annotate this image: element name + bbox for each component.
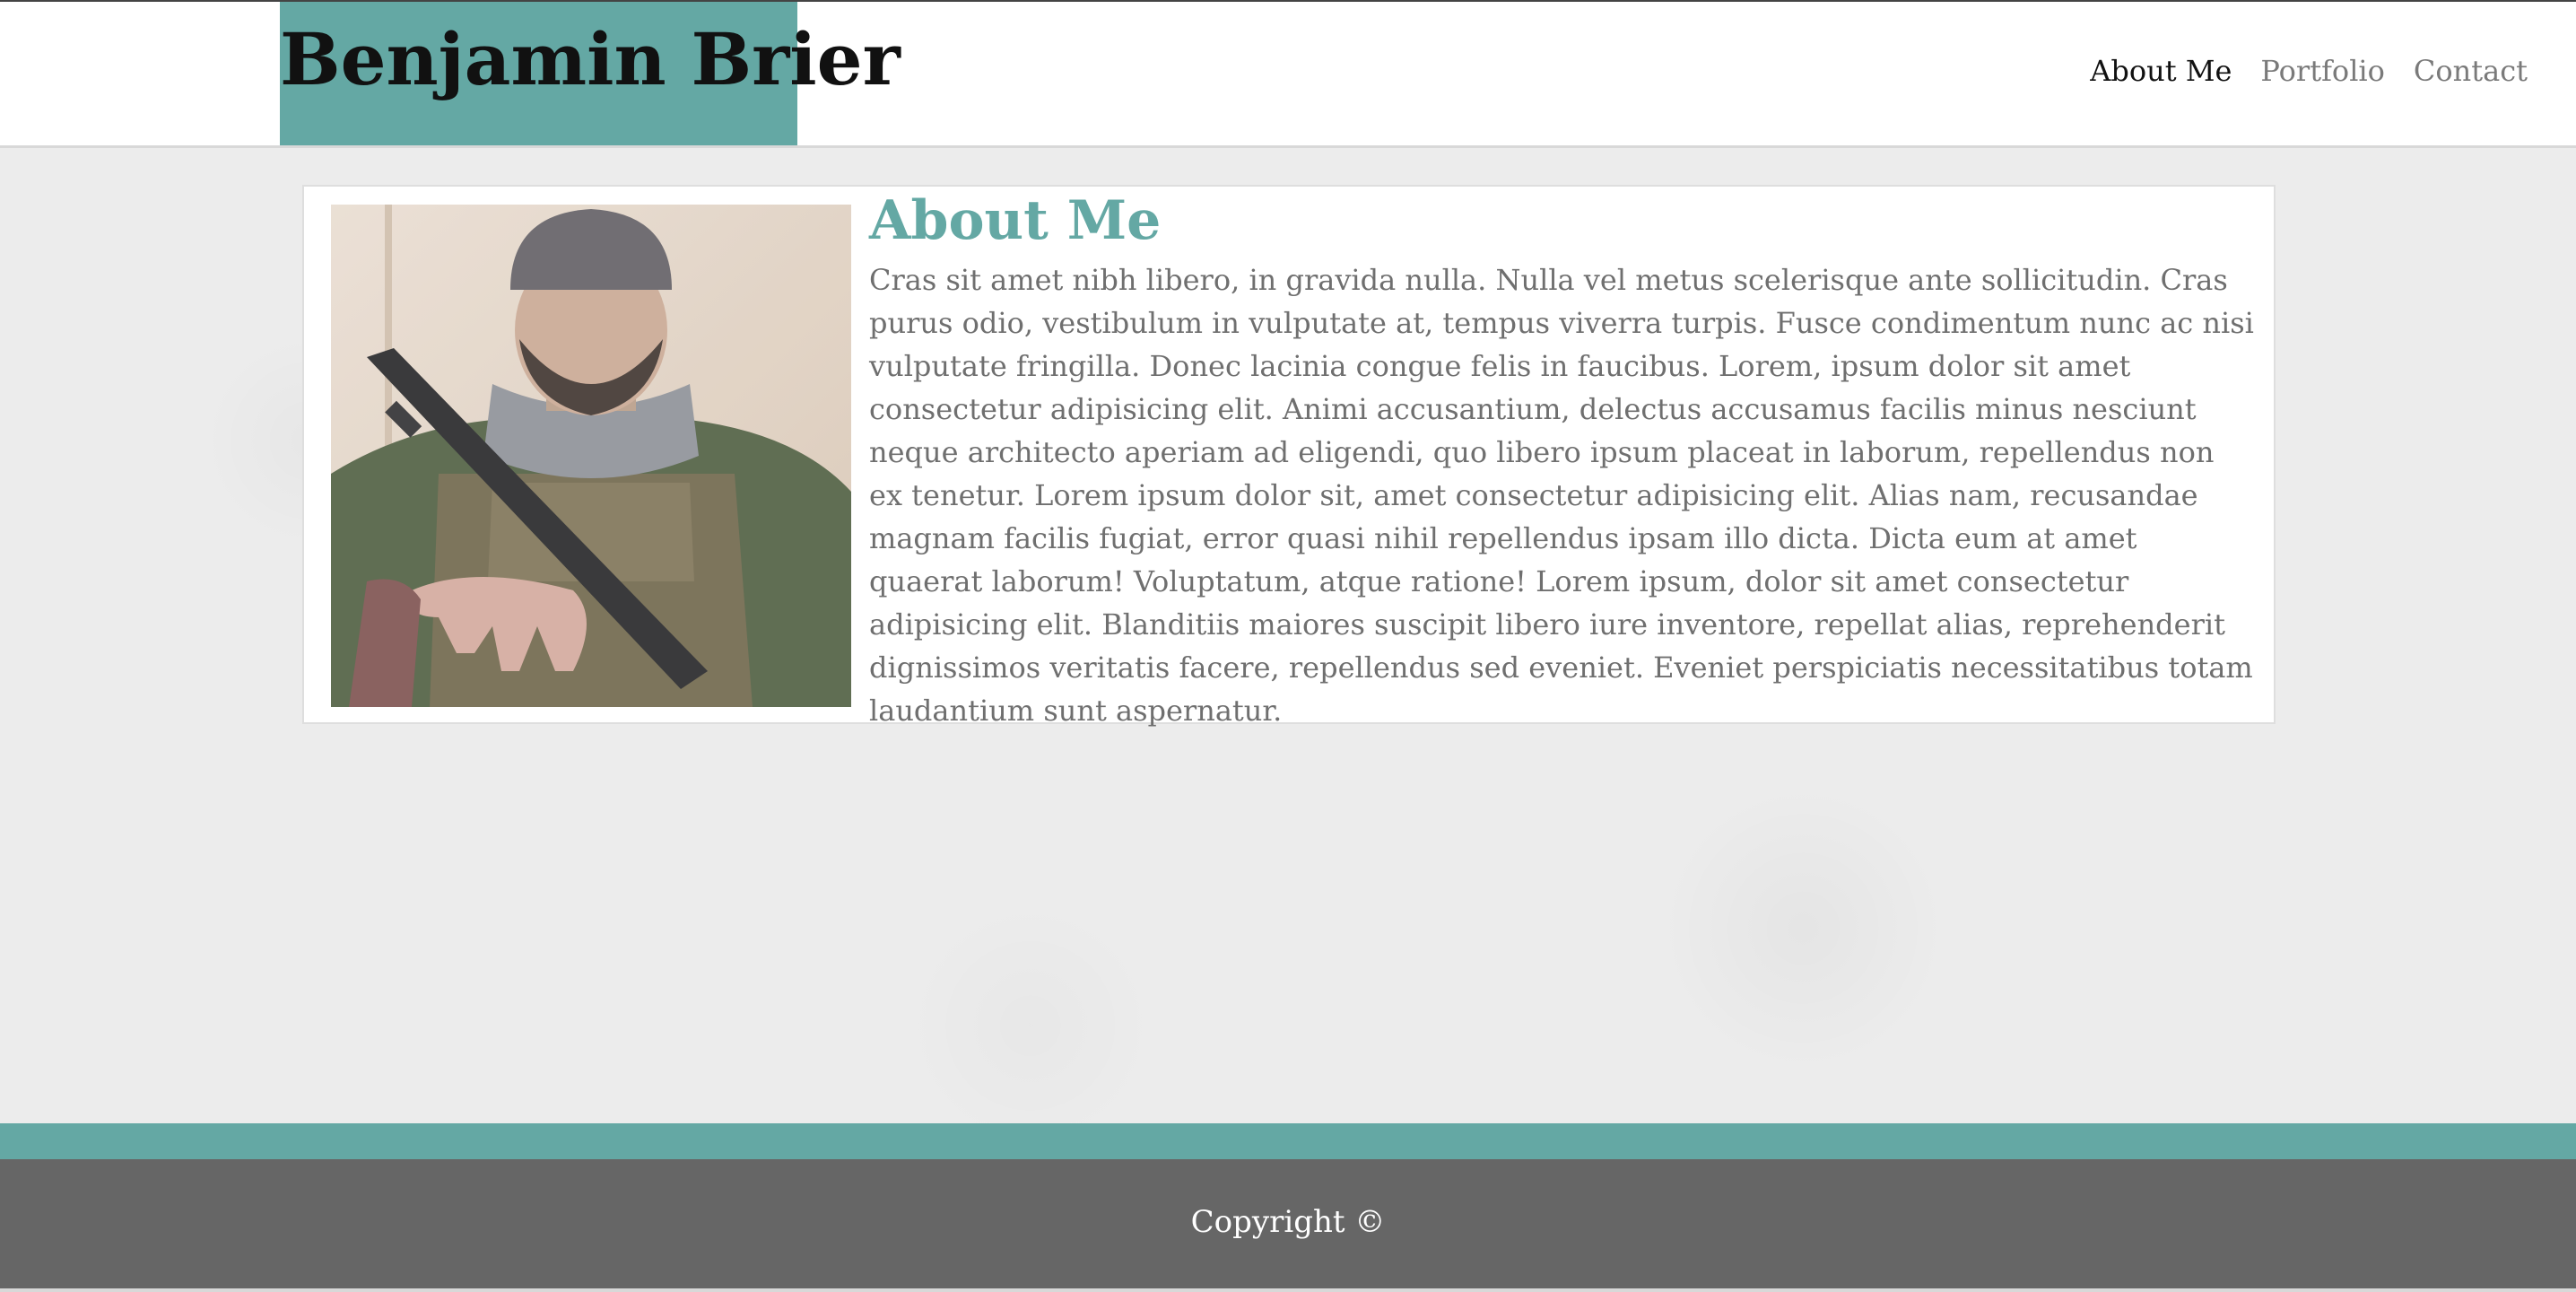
about-paragraph: Cras sit amet nibh libero, in gravida nu…: [869, 263, 2254, 728]
nav-about-me[interactable]: About Me: [2090, 53, 2232, 89]
footer-accent-stripe: [0, 1123, 2576, 1159]
site-footer: Copyright ©: [0, 1159, 2576, 1288]
nav-portfolio[interactable]: Portfolio: [2260, 53, 2385, 89]
nav-contact[interactable]: Contact: [2414, 53, 2528, 89]
copyright-text: Copyright ©: [1190, 1204, 1386, 1240]
site-title[interactable]: Benjamin Brier: [280, 18, 901, 100]
profile-photo: [331, 205, 851, 707]
section-title: About Me: [869, 189, 1162, 252]
about-card: About Me Cras sit amet nibh libero, in g…: [302, 185, 2276, 728]
bottom-border: [0, 1288, 2576, 1292]
brand-block[interactable]: Benjamin Brier: [280, 2, 901, 145]
main-nav: About Me Portfolio Contact: [2090, 53, 2528, 89]
site-header: Benjamin Brier About Me Portfolio Contac…: [0, 2, 2576, 148]
